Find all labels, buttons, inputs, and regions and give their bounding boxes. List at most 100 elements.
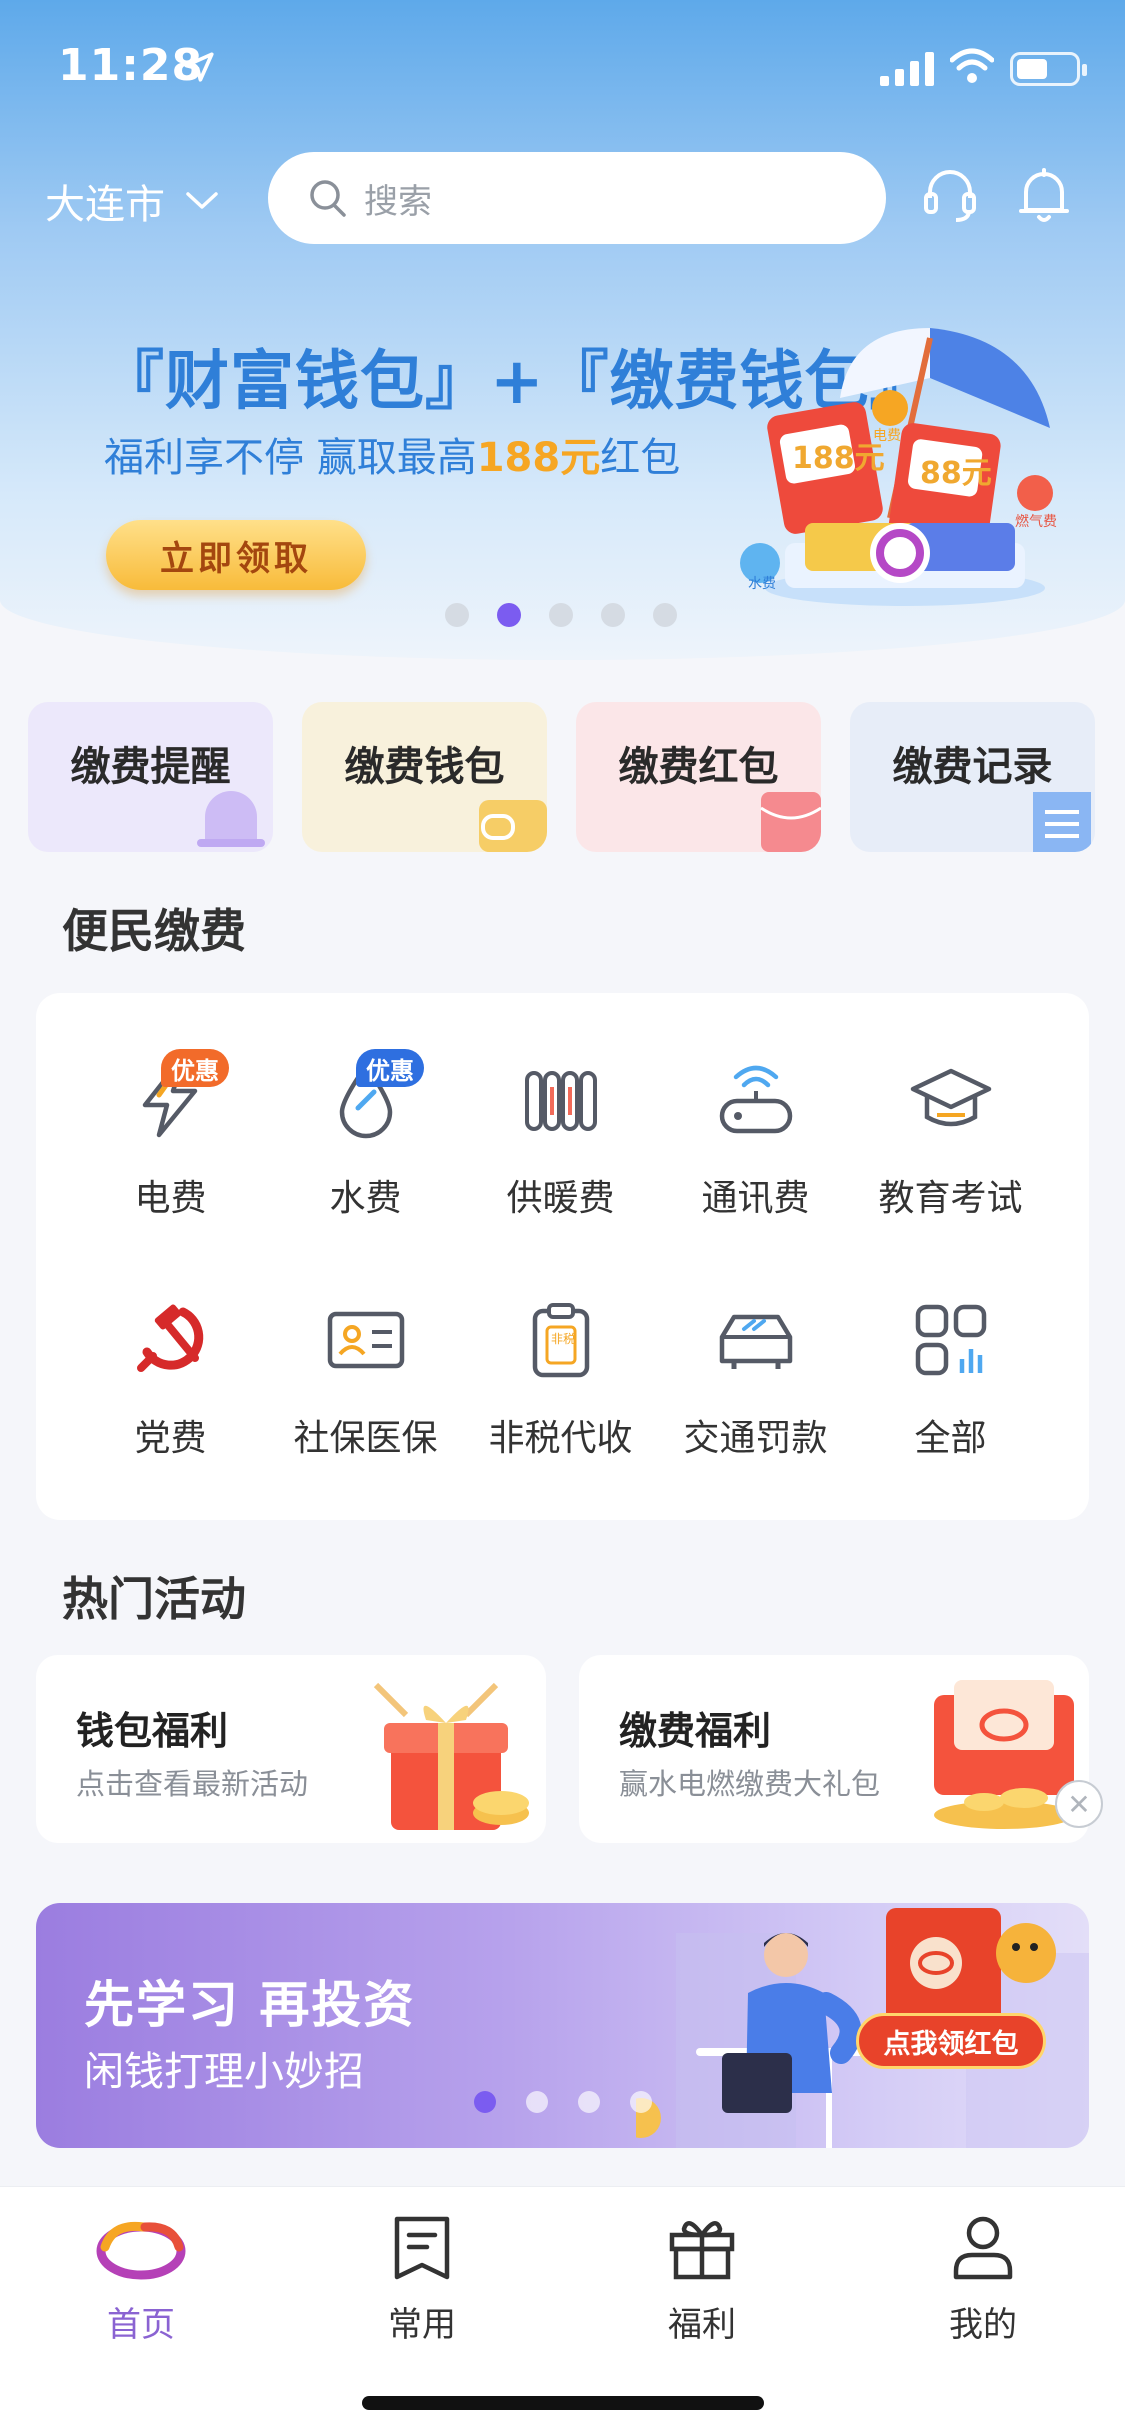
pagination-dot[interactable]: [578, 2091, 600, 2113]
search-icon: [310, 180, 346, 217]
home-logo-icon: [96, 2221, 186, 2280]
service-label: 通讯费: [701, 1178, 810, 1219]
home-indicator: [362, 2396, 764, 2410]
city-selector[interactable]: 大连市: [45, 172, 219, 230]
service-label: 党费: [134, 1418, 207, 1459]
service-label: 交通罚款: [683, 1418, 828, 1459]
gift-box-icon: [373, 1682, 529, 1830]
promo-pagination: [474, 2091, 652, 2113]
activity-subtitle: 点击查看最新活动: [76, 1767, 309, 1801]
wallet-card-label: 缴费钱包: [344, 744, 505, 790]
bell-icon[interactable]: [1018, 166, 1070, 226]
graduation-cap-icon: [910, 1068, 991, 1127]
tab-label: 常用: [388, 2305, 456, 2345]
wifi-icon: [950, 48, 994, 83]
grid-all-icon: [915, 1304, 986, 1376]
car-icon: [719, 1314, 792, 1369]
service-label: 水费: [329, 1178, 402, 1219]
tab-common[interactable]: 常用: [342, 2213, 502, 2346]
banner-claim-button[interactable]: 立即领取: [106, 520, 366, 590]
bell-icon: [197, 791, 265, 847]
search-input[interactable]: 搜索: [268, 152, 886, 244]
records-card-label: 缴费记录: [892, 744, 1053, 790]
pagination-dot-active[interactable]: [474, 2091, 496, 2113]
pagination-dot[interactable]: [549, 603, 573, 627]
activity-wallet-benefits[interactable]: 钱包福利 点击查看最新活动: [36, 1655, 546, 1843]
coupon-188: 188元: [792, 441, 885, 476]
tab-label: 首页: [107, 2305, 175, 2345]
tab-label: 福利: [668, 2305, 736, 2345]
status-bar: 11:28: [0, 0, 1125, 135]
service-party-dues[interactable]: 党费: [73, 1285, 268, 1461]
red-packet-icon: [760, 792, 821, 852]
service-label: 电费: [134, 1178, 207, 1219]
pagination-dot[interactable]: [601, 603, 625, 627]
activities-section-title: 热门活动: [62, 1572, 246, 1626]
service-label: 非税代收: [488, 1418, 633, 1459]
non-tax-icon-text: 非税: [551, 1332, 575, 1346]
svg-text:燃气费: 燃气费: [1015, 513, 1057, 530]
pagination-dot[interactable]: [653, 603, 677, 627]
cellular-signal-icon: [880, 52, 934, 86]
service-education[interactable]: 教育考试: [853, 1045, 1048, 1221]
records-card[interactable]: 缴费记录: [850, 702, 1095, 852]
service-telecom[interactable]: 通讯费: [658, 1045, 853, 1221]
discount-badge: 优惠: [356, 1049, 424, 1087]
activity-title: 钱包福利: [76, 1709, 229, 1753]
tab-mine[interactable]: 我的: [903, 2213, 1063, 2346]
user-icon: [953, 2216, 1013, 2280]
promo-subtitle: 闲钱打理小妙招: [84, 2049, 364, 2095]
promo-title: 先学习 再投资: [84, 1976, 416, 2034]
wallet-icon: [479, 800, 547, 852]
service-label: 社保医保: [293, 1418, 438, 1459]
service-all[interactable]: 全部: [853, 1285, 1048, 1461]
pagination-dot[interactable]: [445, 603, 469, 627]
service-label: 教育考试: [878, 1178, 1023, 1219]
id-card-icon: [327, 1311, 404, 1369]
pagination-dot[interactable]: [630, 2091, 652, 2113]
customer-service-icon[interactable]: [922, 166, 978, 226]
banner-subtitle: 福利享不停 赢取最高188元红包: [104, 435, 681, 481]
pagination-dot[interactable]: [526, 2091, 548, 2113]
banner-illustration: 188元 88元 水费 电费 燃气费: [740, 328, 1057, 606]
invest-promo-banner[interactable]: 先学习 再投资 闲钱打理小妙招 点我领红包: [36, 1903, 1089, 2148]
clipboard-icon: 非税: [532, 1303, 589, 1378]
tab-label: 我的: [949, 2305, 1017, 2345]
router-icon: [719, 1065, 792, 1134]
banner-pagination: [445, 603, 677, 627]
service-traffic-fines[interactable]: 交通罚款: [658, 1285, 853, 1461]
tab-home[interactable]: 首页: [61, 2213, 221, 2346]
battery-icon: [1010, 52, 1087, 86]
discount-badge: 优惠: [161, 1049, 229, 1087]
red-packet-card[interactable]: 缴费红包: [576, 702, 821, 852]
svg-text:电费: 电费: [873, 428, 901, 444]
close-icon[interactable]: ✕: [1055, 1780, 1103, 1828]
city-label: 大连市: [45, 182, 165, 228]
activity-title: 缴费福利: [619, 1709, 772, 1753]
search-placeholder: 搜索: [364, 181, 432, 222]
gift-icon: [669, 2221, 735, 2280]
radiator-icon: [524, 1071, 597, 1131]
wallet-card[interactable]: 缴费钱包: [302, 702, 547, 852]
chevron-down-icon: [186, 192, 218, 209]
services-section-title: 便民缴费: [62, 904, 246, 958]
service-label: 供暖费: [506, 1178, 615, 1219]
service-water[interactable]: 优惠 水费: [268, 1045, 463, 1221]
service-label: 全部: [914, 1418, 987, 1459]
coupon-88: 88元: [920, 456, 992, 491]
svg-text:水费: 水费: [748, 576, 776, 592]
service-social-insurance[interactable]: 社保医保: [268, 1285, 463, 1461]
promo-red-packet-button[interactable]: 点我领红包: [856, 2013, 1046, 2069]
activity-subtitle: 赢水电燃缴费大礼包: [619, 1767, 881, 1801]
red-packet-card-label: 缴费红包: [618, 744, 779, 790]
service-heating[interactable]: 供暖费: [463, 1045, 658, 1221]
service-electricity[interactable]: 优惠 电费: [73, 1045, 268, 1221]
tab-benefits[interactable]: 福利: [622, 2213, 782, 2346]
bookmark-note-icon: [394, 2216, 450, 2280]
service-non-tax[interactable]: 非税 非税代收: [463, 1285, 658, 1461]
activity-payment-benefits[interactable]: 缴费福利 赢水电燃缴费大礼包: [579, 1655, 1089, 1843]
reminder-card[interactable]: 缴费提醒: [28, 702, 273, 852]
pagination-dot-active[interactable]: [497, 603, 521, 627]
location-arrow-icon: [184, 52, 214, 82]
hammer-sickle-icon: [136, 1304, 203, 1372]
